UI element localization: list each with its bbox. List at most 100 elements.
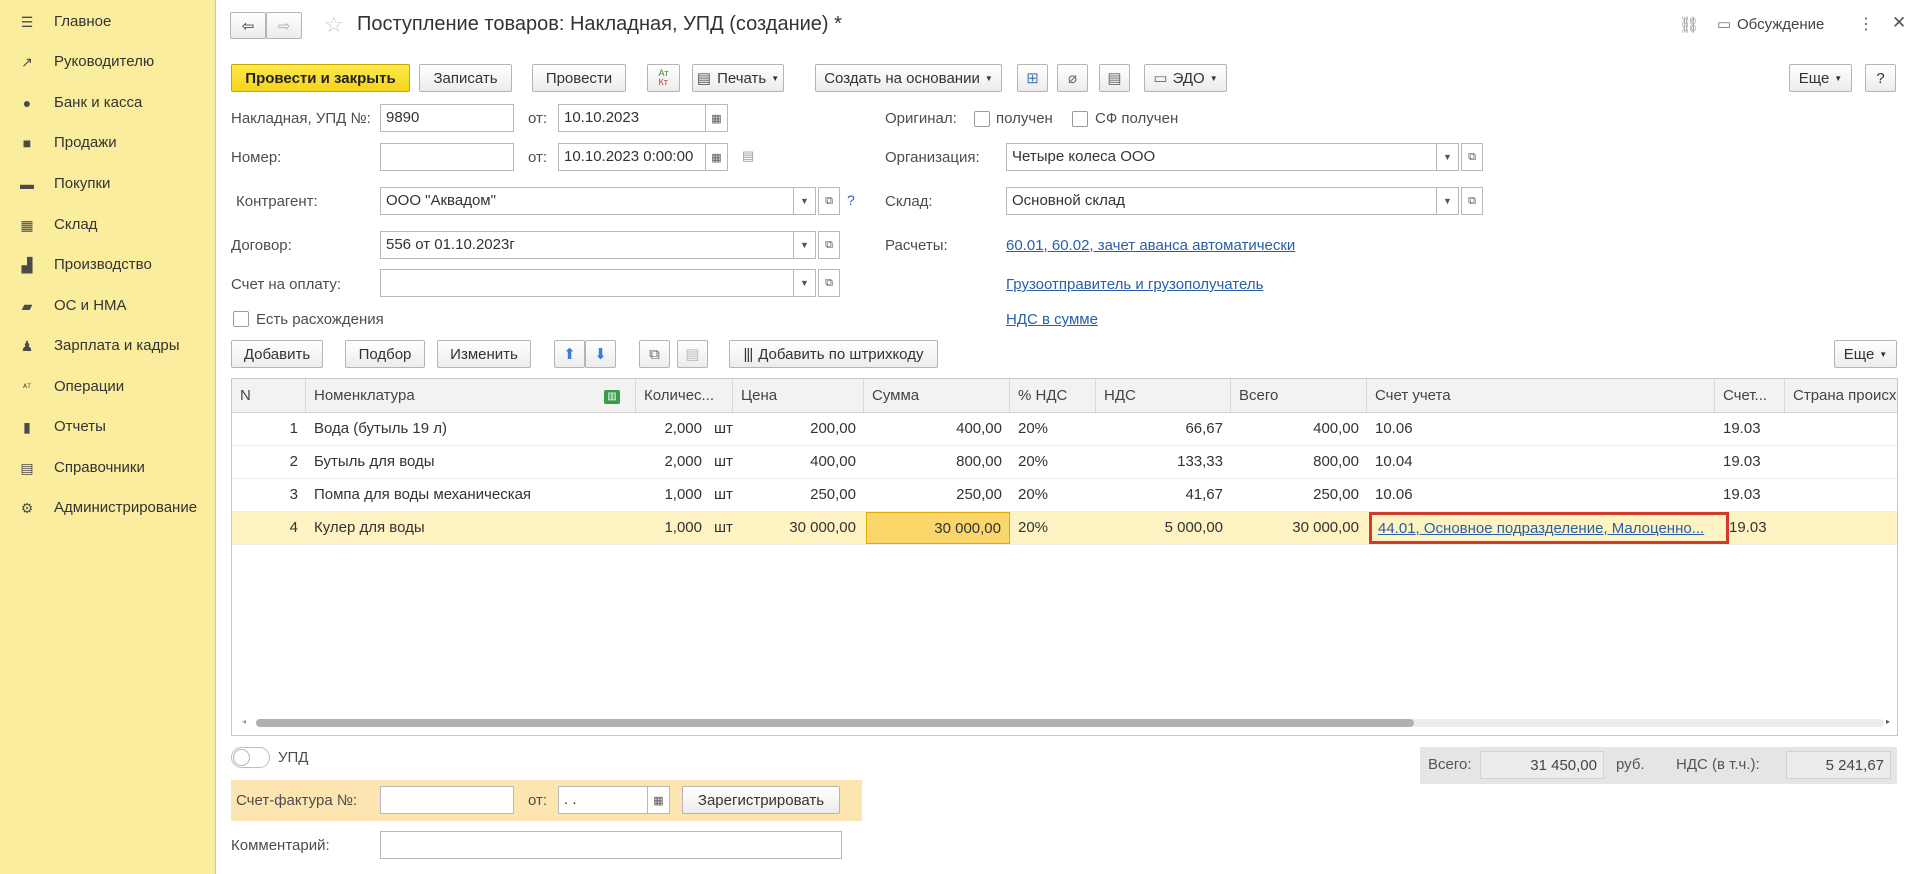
column-header-vat[interactable]: НДС: [1096, 379, 1231, 413]
sidebar-item-manager[interactable]: ↗ Руководителю: [0, 47, 216, 77]
shipper-link[interactable]: Грузоотправитель и грузополучатель: [1006, 276, 1263, 293]
sidebar-item-admin[interactable]: ⚙ Администрирование: [0, 493, 216, 523]
received-checkbox[interactable]: [974, 111, 990, 127]
sidebar-item-reports[interactable]: ▮ Отчеты: [0, 412, 216, 442]
column-header-total[interactable]: Всего: [1231, 379, 1367, 413]
warehouse-input[interactable]: Основной склад: [1006, 187, 1437, 215]
column-header-vat-rate[interactable]: % НДС: [1010, 379, 1096, 413]
add-by-barcode-button[interactable]: ||| Добавить по штрихкоду: [729, 340, 938, 368]
post-and-close-button[interactable]: Провести и закрыть: [231, 64, 410, 92]
scroll-left-icon[interactable]: ◂: [242, 717, 252, 726]
paste-button[interactable]: ▤: [677, 340, 708, 368]
cell-sum-active[interactable]: 30 000,00: [866, 512, 1010, 544]
invoice-date-input[interactable]: 10.10.2023: [558, 104, 706, 132]
column-header-n[interactable]: N: [232, 379, 306, 413]
cell-account-link-highlighted[interactable]: 44.01, Основное подразделение, Малоценно…: [1369, 512, 1729, 544]
sidebar-item-references[interactable]: ▤ Справочники: [0, 453, 216, 483]
sidebar-item-main[interactable]: ☰ Главное: [0, 7, 216, 37]
more-button[interactable]: Еще ▼: [1789, 64, 1852, 92]
calendar-button[interactable]: ▦: [648, 786, 670, 814]
change-button[interactable]: Изменить: [437, 340, 531, 368]
cell-price: 30 000,00: [789, 519, 856, 536]
settlements-link[interactable]: 60.01, 60.02, зачет аванса автоматически: [1006, 237, 1295, 254]
copy-button[interactable]: ⧉: [639, 340, 670, 368]
horizontal-scrollbar[interactable]: [256, 719, 1884, 727]
discussion-link[interactable]: Обсуждение: [1737, 16, 1824, 33]
sidebar-item-bank[interactable]: ● Банк и касса: [0, 88, 216, 118]
organization-dropdown[interactable]: ▼: [1437, 143, 1459, 171]
create-based-button[interactable]: Создать на основании ▼: [815, 64, 1002, 92]
sf-date-input[interactable]: . .: [558, 786, 648, 814]
datetime-input[interactable]: 10.10.2023 0:00:00: [558, 143, 706, 171]
close-icon[interactable]: ✕: [1892, 13, 1906, 33]
discrepancies-checkbox[interactable]: [233, 311, 249, 327]
help-button[interactable]: ?: [1865, 64, 1896, 92]
scrollbar-thumb[interactable]: [256, 719, 1414, 727]
pick-button[interactable]: Подбор: [345, 340, 425, 368]
sf-number-input[interactable]: [380, 786, 514, 814]
table-row[interactable]: 2 Бутыль для воды 2,000 шт 400,00 800,00…: [232, 446, 1897, 479]
column-header-icon[interactable]: ▥: [593, 379, 636, 413]
contract-input[interactable]: 556 от 01.10.2023г: [380, 231, 794, 259]
payment-account-dropdown[interactable]: ▼: [794, 269, 816, 297]
invoice-number-input[interactable]: 9890: [380, 104, 514, 132]
structure-button[interactable]: ⊞: [1017, 64, 1048, 92]
number-input[interactable]: [380, 143, 514, 171]
back-button[interactable]: ⇦: [230, 12, 266, 39]
register-button[interactable]: Зарегистрировать: [682, 786, 840, 814]
sidebar-item-warehouse[interactable]: ▦ Склад: [0, 210, 216, 240]
counterparty-input[interactable]: ООО "Аквадом": [380, 187, 794, 215]
save-button[interactable]: Записать: [419, 64, 512, 92]
column-header-account[interactable]: Счет учета: [1367, 379, 1715, 413]
column-header-sum[interactable]: Сумма: [864, 379, 1010, 413]
post-button[interactable]: Провести: [532, 64, 626, 92]
link-icon[interactable]: ⛓: [1679, 15, 1699, 35]
payment-account-input[interactable]: [380, 269, 794, 297]
upd-toggle[interactable]: [231, 747, 270, 768]
list-icon[interactable]: ▤: [742, 148, 754, 164]
calendar-button[interactable]: ▦: [706, 104, 728, 132]
organization-input[interactable]: Четыре колеса ООО: [1006, 143, 1437, 171]
forward-button[interactable]: ⇨: [266, 12, 302, 39]
sf-received-checkbox[interactable]: [1072, 111, 1088, 127]
sidebar-item-purchases[interactable]: ▬ Покупки: [0, 169, 216, 199]
dt-kt-button[interactable]: Ат Кт: [647, 64, 680, 92]
help-mark[interactable]: ?: [847, 192, 855, 208]
counterparty-dropdown[interactable]: ▼: [794, 187, 816, 215]
sidebar-item-production[interactable]: ▟ Производство: [0, 250, 216, 280]
column-header-price[interactable]: Цена: [733, 379, 864, 413]
sidebar-item-operations[interactable]: ᴬᵀ Операции: [0, 372, 216, 402]
calendar-icon: ▦: [711, 151, 722, 164]
attach-button[interactable]: ⌀: [1057, 64, 1088, 92]
edo-button[interactable]: ▭ ЭДО ▼: [1144, 64, 1227, 92]
contract-dropdown[interactable]: ▼: [794, 231, 816, 259]
sidebar-item-sales[interactable]: ■ Продажи: [0, 128, 216, 158]
calendar-button[interactable]: ▦: [706, 143, 728, 171]
sidebar-item-salary[interactable]: ♟ Зарплата и кадры: [0, 331, 216, 361]
table-row-selected[interactable]: 4 Кулер для воды 1,000 шт 30 000,00 30 0…: [232, 512, 1897, 545]
contract-open[interactable]: ⧉: [818, 231, 840, 259]
move-down-button[interactable]: ⬇: [585, 340, 616, 368]
table-more-button[interactable]: Еще ▼: [1834, 340, 1897, 368]
warehouse-open[interactable]: ⧉: [1461, 187, 1483, 215]
chevron-down-icon: ▼: [1879, 349, 1888, 359]
favorite-star-icon[interactable]: ☆: [324, 12, 344, 38]
vat-included-link[interactable]: НДС в сумме: [1006, 311, 1098, 328]
table-row[interactable]: 3 Помпа для воды механическая 1,000 шт 2…: [232, 479, 1897, 512]
move-up-button[interactable]: ⬆: [554, 340, 585, 368]
column-header-account-vat[interactable]: Счет...: [1715, 379, 1785, 413]
warehouse-dropdown[interactable]: ▼: [1437, 187, 1459, 215]
sidebar-item-assets[interactable]: ▰ ОС и НМА: [0, 291, 216, 321]
print-button[interactable]: ▤ Печать ▼: [692, 64, 784, 92]
scroll-right-icon[interactable]: ▸: [1886, 717, 1896, 726]
more-vertical-icon[interactable]: ⋮: [1858, 14, 1874, 34]
table-row[interactable]: 1 Вода (бутыль 19 л) 2,000 шт 200,00 400…: [232, 413, 1897, 446]
document-button[interactable]: ▤: [1099, 64, 1130, 92]
comment-input[interactable]: [380, 831, 842, 859]
column-header-quantity[interactable]: Количес...: [636, 379, 733, 413]
column-header-country[interactable]: Страна происхож: [1785, 379, 1897, 413]
add-button[interactable]: Добавить: [231, 340, 323, 368]
counterparty-open[interactable]: ⧉: [818, 187, 840, 215]
payment-account-open[interactable]: ⧉: [818, 269, 840, 297]
organization-open[interactable]: ⧉: [1461, 143, 1483, 171]
